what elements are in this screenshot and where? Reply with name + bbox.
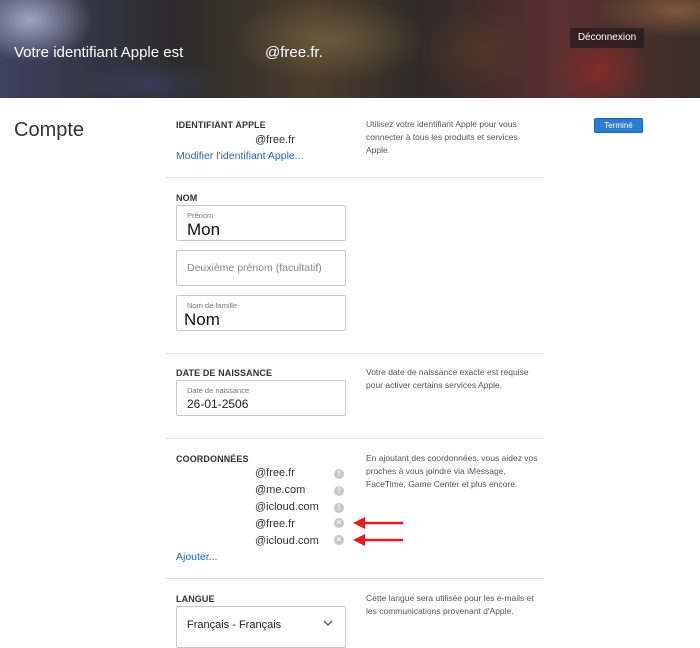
remove-icon[interactable]: × — [334, 535, 344, 545]
apple-id-value: @free.fr — [255, 134, 295, 146]
done-button[interactable]: Terminé — [594, 118, 643, 133]
info-icon[interactable]: ! — [334, 503, 344, 513]
first-name-field[interactable]: Prénom Mon — [176, 205, 346, 241]
language-selected-value: Français - Français — [187, 619, 282, 631]
language-select[interactable]: Français - Français — [176, 606, 346, 648]
birthdate-field[interactable]: Date de naissance 26-01-2506 — [176, 380, 346, 416]
remove-icon[interactable]: × — [334, 518, 344, 528]
language-section-label: LANGUE — [176, 594, 215, 604]
middle-name-field[interactable]: Deuxième prénom (facultatif) — [176, 250, 346, 286]
info-icon[interactable]: ! — [334, 469, 344, 479]
arrow-annotation-icon — [353, 534, 403, 546]
apple-id-email: @free.fr. — [265, 44, 323, 61]
language-note: Cette langue sera utilisée pour les e-ma… — [366, 593, 534, 616]
birthdate-field-label: Date de naissance — [187, 386, 250, 395]
section-divider — [166, 578, 544, 579]
contact-item: @icloud.com — [255, 535, 319, 547]
contact-item: @free.fr — [255, 467, 295, 479]
chevron-down-icon — [323, 620, 333, 626]
apple-id-section-label: IDENTIFIANT APPLE — [176, 120, 266, 130]
add-contact-link[interactable]: Ajouter... — [176, 551, 217, 563]
section-divider — [166, 438, 544, 439]
apple-id-greeting: Votre identifiant Apple est — [14, 44, 184, 61]
logout-button[interactable]: Déconnexion — [570, 28, 644, 48]
apple-id-note: Utilisez votre identifiant Apple pour vo… — [366, 119, 518, 155]
edit-apple-id-link[interactable]: Modifier l'identifiant Apple... — [176, 150, 304, 162]
middle-name-placeholder: Deuxième prénom (facultatif) — [187, 262, 322, 274]
info-icon[interactable]: ! — [334, 486, 344, 496]
first-name-value[interactable]: Mon — [187, 220, 220, 240]
arrow-annotation-icon — [353, 517, 403, 529]
last-name-field[interactable]: Nom de famille Nom — [176, 295, 346, 331]
section-divider — [166, 353, 544, 354]
page-title: Compte — [14, 119, 85, 141]
section-divider — [166, 177, 544, 178]
header-banner: Votre identifiant Apple est @free.fr. Dé… — [0, 0, 700, 98]
name-section-label: NOM — [176, 193, 198, 203]
birthdate-value[interactable]: 26-01-2506 — [187, 397, 248, 411]
contacts-section-label: COORDONNÉES — [176, 454, 249, 464]
contact-item: @me.com — [255, 484, 306, 496]
birthdate-note: Votre date de naissance exacte est requi… — [366, 367, 529, 390]
last-name-label: Nom de famille — [187, 301, 238, 310]
contact-item: @icloud.com — [255, 501, 319, 513]
birthdate-section-label: DATE DE NAISSANCE — [176, 368, 273, 378]
contacts-note: En ajoutant des coordonnées, vous aidez … — [366, 453, 538, 489]
contact-item: @free.fr — [255, 518, 295, 530]
last-name-value[interactable]: Nom — [184, 310, 220, 330]
first-name-label: Prénom — [187, 211, 214, 220]
